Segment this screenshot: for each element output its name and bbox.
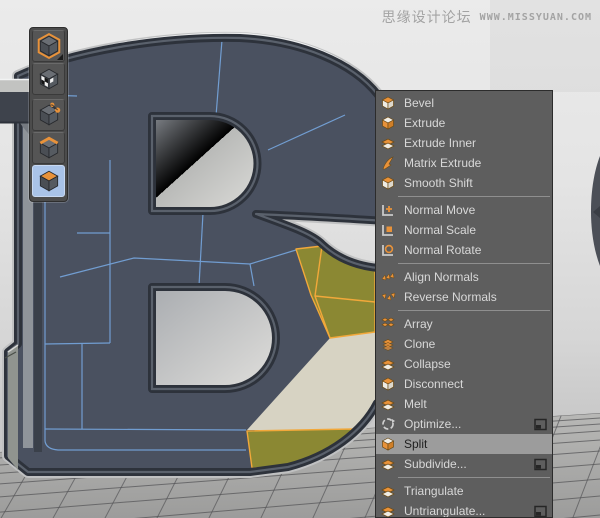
normal-rotate-icon	[379, 242, 396, 258]
extrude-icon	[379, 115, 396, 131]
menu-item-label: Untriangulate...	[404, 501, 533, 518]
watermark-site-url: WWW.MISSYUAN.COM	[480, 12, 592, 23]
menu-item-label: Normal Move	[404, 200, 552, 220]
menu-item-triangulate[interactable]: Triangulate	[376, 481, 552, 501]
viewport[interactable]: Bevel Extrude Extrude InnerMatrix Extrud…	[0, 0, 600, 518]
normal-move-icon	[379, 202, 396, 218]
disconnect-icon	[379, 376, 396, 392]
melt-icon	[379, 396, 396, 412]
subdivide-icon	[379, 456, 396, 472]
menu-item-smooth-shift[interactable]: Smooth Shift	[376, 173, 552, 193]
menu-item-label: Melt	[404, 394, 552, 414]
menu-item-label: Triangulate	[404, 481, 552, 501]
triangulate-icon	[379, 483, 396, 499]
menu-item-label: Extrude	[404, 113, 552, 133]
menu-item-extrude-inner[interactable]: Extrude Inner	[376, 133, 552, 153]
menu-item-disconnect[interactable]: Disconnect	[376, 374, 552, 394]
toolbar-button-make-editable[interactable]	[32, 30, 65, 62]
array-icon	[379, 316, 396, 332]
menu-item-split[interactable]: Split	[376, 434, 552, 454]
toolbar-button-edges-mode[interactable]	[32, 132, 65, 164]
menu-item-melt[interactable]: Melt	[376, 394, 552, 414]
align-normals-icon	[379, 269, 396, 285]
menu-separator	[398, 477, 550, 478]
menu-item-bevel[interactable]: Bevel	[376, 93, 552, 113]
cube-texture-icon	[36, 66, 62, 92]
toolbar-button-texture-mode[interactable]	[32, 63, 65, 95]
upper-hole	[152, 116, 258, 211]
menu-item-label: Collapse	[404, 354, 552, 374]
menu-item-label: Split	[404, 434, 552, 454]
menu-item-reverse-normals[interactable]: Reverse Normals	[376, 287, 552, 307]
menu-item-clone[interactable]: Clone	[376, 334, 552, 354]
options-dialog-icon[interactable]	[533, 457, 548, 472]
smooth-shift-icon	[379, 175, 396, 191]
menu-item-label: Subdivide...	[404, 454, 533, 474]
menu-separator	[398, 263, 550, 264]
reverse-normals-icon	[379, 289, 396, 305]
menu-item-label: Matrix Extrude	[404, 153, 552, 173]
menu-item-align-normals[interactable]: Align Normals	[376, 267, 552, 287]
menu-item-collapse[interactable]: Collapse	[376, 354, 552, 374]
menu-item-matrix-extrude[interactable]: Matrix Extrude	[376, 153, 552, 173]
clone-icon	[379, 336, 396, 352]
collapse-icon	[379, 356, 396, 372]
toolbar-button-points-mode[interactable]	[32, 99, 65, 131]
optimize-icon	[379, 416, 396, 432]
menu-item-extrude[interactable]: Extrude	[376, 113, 552, 133]
menu-item-label: Normal Scale	[404, 220, 552, 240]
untriangulate-icon	[379, 503, 396, 518]
watermark-site-name: 思缘设计论坛	[382, 7, 472, 27]
polygon-context-menu: Bevel Extrude Extrude InnerMatrix Extrud…	[375, 90, 553, 518]
menu-item-array[interactable]: Array	[376, 314, 552, 334]
menu-item-label: Normal Rotate	[404, 240, 552, 260]
menu-item-optimize[interactable]: Optimize...	[376, 414, 552, 434]
menu-item-label: Clone	[404, 334, 552, 354]
menu-separator	[398, 196, 550, 197]
menu-item-label: Bevel	[404, 93, 552, 113]
cube-points-icon	[36, 102, 62, 128]
bevel-icon	[379, 95, 396, 111]
menu-separator	[398, 310, 550, 311]
lower-hole	[152, 287, 276, 389]
menu-item-label: Reverse Normals	[404, 287, 552, 307]
menu-item-label: Disconnect	[404, 374, 552, 394]
toolbar-button-polygons-mode[interactable]	[32, 165, 65, 197]
options-dialog-icon[interactable]	[533, 504, 548, 518]
menu-item-normal-move[interactable]: Normal Move	[376, 200, 552, 220]
split-icon	[379, 436, 396, 452]
cube-edges-icon	[36, 135, 62, 161]
extrude-inner-icon	[379, 135, 396, 151]
menu-item-label: Optimize...	[404, 414, 533, 434]
matrix-extrude-icon	[379, 155, 396, 171]
menu-item-normal-rotate[interactable]: Normal Rotate	[376, 240, 552, 260]
normal-scale-icon	[379, 222, 396, 238]
menu-item-label: Array	[404, 314, 552, 334]
options-dialog-icon[interactable]	[533, 417, 548, 432]
menu-item-normal-scale[interactable]: Normal Scale	[376, 220, 552, 240]
menu-item-untriangulate[interactable]: Untriangulate...	[376, 501, 552, 518]
menu-item-label: Align Normals	[404, 267, 552, 287]
watermark: 思缘设计论坛 WWW.MISSYUAN.COM	[382, 7, 592, 27]
menu-item-label: Extrude Inner	[404, 133, 552, 153]
menu-item-subdivide[interactable]: Subdivide...	[376, 454, 552, 474]
flyout-indicator	[57, 54, 63, 60]
cube-polygons-icon	[36, 168, 62, 194]
mode-toolbar	[29, 27, 68, 202]
menu-item-label: Smooth Shift	[404, 173, 552, 193]
